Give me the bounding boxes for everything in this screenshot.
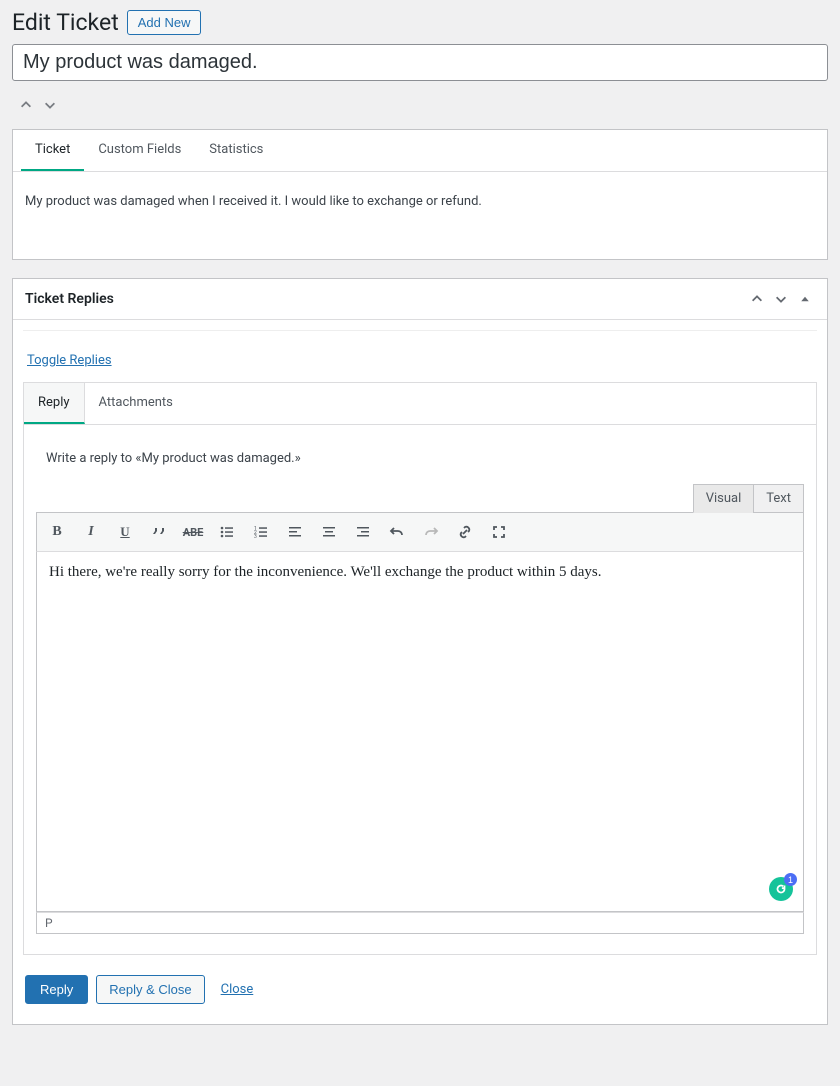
svg-text:3: 3	[254, 534, 257, 540]
align-right-icon[interactable]	[349, 520, 377, 544]
fullscreen-icon[interactable]	[485, 520, 513, 544]
align-center-icon[interactable]	[315, 520, 343, 544]
panel-down-icon[interactable]	[771, 289, 791, 309]
strikethrough-icon[interactable]: ABE	[179, 520, 207, 544]
editor-status-bar: P	[36, 912, 804, 934]
editor-toolbar: B I U ABE 123	[36, 512, 804, 552]
expand-down-icon[interactable]	[40, 95, 60, 115]
tab-ticket[interactable]: Ticket	[21, 130, 84, 171]
reply-close-button[interactable]: Reply & Close	[96, 975, 204, 1004]
grammarly-badge: 1	[784, 873, 797, 886]
editor-mode-text[interactable]: Text	[753, 484, 804, 513]
collapse-up-icon[interactable]	[16, 95, 36, 115]
reply-prompt-text: Write a reply to «My product was damaged…	[36, 445, 804, 484]
replies-panel-title: Ticket Replies	[25, 291, 114, 307]
italic-icon[interactable]: I	[77, 520, 105, 544]
editor-content-area[interactable]: Hi there, we're really sorry for the inc…	[36, 552, 804, 912]
reply-tab-attachments[interactable]: Attachments	[85, 383, 187, 424]
quote-icon[interactable]	[145, 520, 173, 544]
ticket-body-text: My product was damaged when I received i…	[13, 172, 827, 259]
tab-statistics[interactable]: Statistics	[195, 130, 277, 171]
reply-box: Reply Attachments Write a reply to «My p…	[23, 382, 817, 955]
editor-mode-visual[interactable]: Visual	[693, 484, 754, 513]
panel-up-icon[interactable]	[747, 289, 767, 309]
panel-toggle-icon[interactable]	[795, 289, 815, 309]
undo-icon[interactable]	[383, 520, 411, 544]
align-left-icon[interactable]	[281, 520, 309, 544]
tab-custom-fields[interactable]: Custom Fields	[84, 130, 195, 171]
toggle-replies-link[interactable]: Toggle Replies	[23, 341, 817, 382]
reply-tab-reply[interactable]: Reply	[24, 383, 85, 424]
page-title: Edit Ticket	[12, 9, 119, 36]
link-icon[interactable]	[451, 520, 479, 544]
bold-icon[interactable]: B	[43, 520, 71, 544]
underline-icon[interactable]: U	[111, 520, 139, 544]
ticket-panel: Ticket Custom Fields Statistics My produ…	[12, 129, 828, 260]
editor-text: Hi there, we're really sorry for the inc…	[49, 564, 601, 580]
reply-button[interactable]: Reply	[25, 975, 88, 1004]
grammarly-icon[interactable]: 1	[769, 877, 793, 901]
replies-panel: Ticket Replies Toggle Replies Reply Atta…	[12, 278, 828, 1025]
resize-handle-icon[interactable]	[789, 919, 801, 931]
bullet-list-icon[interactable]	[213, 520, 241, 544]
redo-icon[interactable]	[417, 520, 445, 544]
editor-path: P	[45, 916, 53, 930]
add-new-button[interactable]: Add New	[127, 10, 202, 35]
close-link[interactable]: Close	[213, 976, 262, 1003]
numbered-list-icon[interactable]: 123	[247, 520, 275, 544]
ticket-title-input[interactable]	[12, 44, 828, 81]
